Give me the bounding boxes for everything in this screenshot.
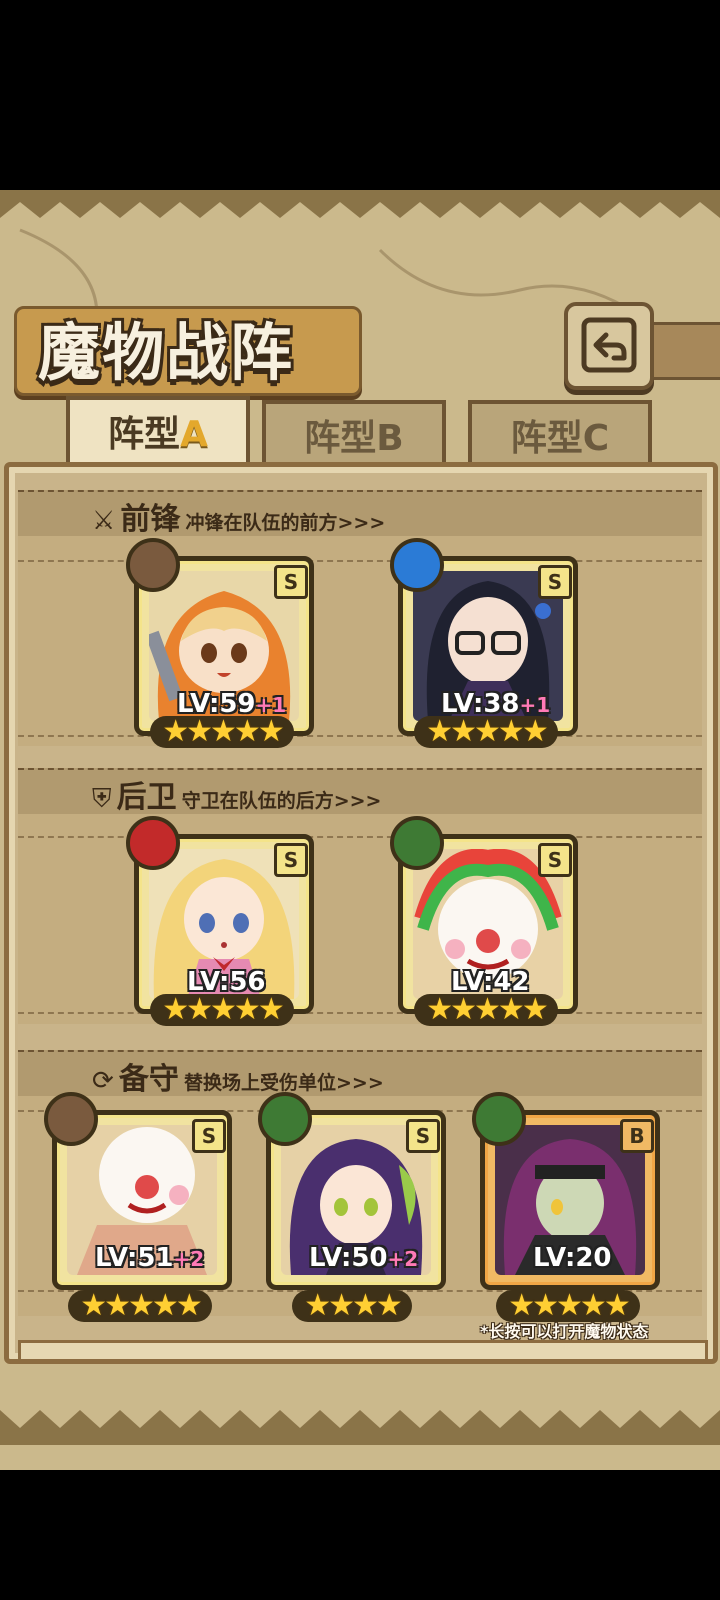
grade-badge: S	[538, 843, 572, 877]
tab-label: 阵型	[108, 414, 181, 455]
star-rating: ★★★★★	[68, 1290, 212, 1322]
level-label: LV:20	[533, 1243, 612, 1273]
grade-badge: B	[620, 1119, 654, 1153]
element-fire-icon	[126, 816, 180, 870]
section-title: 后卫	[116, 780, 177, 815]
tab-formation-a[interactable]: 阵型A	[66, 396, 250, 470]
tab-letter: A	[180, 414, 208, 455]
row-band	[18, 536, 702, 746]
grade-badge: S	[274, 843, 308, 877]
divider	[18, 1012, 702, 1014]
level-value: LV:20	[533, 1243, 612, 1273]
stars: ★★★★★	[426, 992, 548, 1027]
level-bonus: +2	[387, 1247, 419, 1271]
stars: ★★★★	[304, 1288, 403, 1323]
torn-edge-bottom	[0, 1410, 720, 1445]
back-button[interactable]	[564, 302, 654, 390]
long-press-hint: *长按可以打开魔物状态	[480, 1322, 649, 1341]
section-rearguard-header: ⛨ 后卫 守卫在队伍的后方>>>	[92, 772, 381, 816]
shield-icon: ⛨	[92, 784, 112, 814]
element-wood-icon	[258, 1092, 312, 1146]
swap-icon: ⟳	[92, 1066, 114, 1096]
section-description: 守卫在队伍的后方>>>	[181, 790, 382, 812]
star-rating: ★★★★	[292, 1290, 412, 1322]
element-wood-icon	[390, 816, 444, 870]
stars: ★★★★★	[162, 714, 284, 749]
grade-badge: S	[538, 565, 572, 599]
element-earth-icon	[126, 538, 180, 592]
grade-badge: S	[406, 1119, 440, 1153]
level-label: LV:50+2	[309, 1243, 418, 1273]
element-water-icon	[390, 538, 444, 592]
element-wood-icon	[472, 1092, 526, 1146]
section-description: 替换场上受伤单位>>>	[183, 1072, 384, 1094]
return-arrow-icon	[581, 317, 637, 373]
sword-icon: ⚔	[92, 506, 116, 536]
star-rating: ★★★★★	[414, 994, 558, 1026]
stars: ★★★★★	[80, 1288, 202, 1323]
star-rating: ★★★★★	[150, 716, 294, 748]
element-earth-icon	[44, 1092, 98, 1146]
level-value: LV:51	[95, 1243, 174, 1273]
stars: ★★★★★	[162, 992, 284, 1027]
divider	[18, 560, 702, 562]
header-strip	[646, 322, 720, 380]
tab-formation-b[interactable]: 阵型B	[262, 400, 446, 470]
section-title: 备守	[118, 1062, 179, 1097]
section-title: 前锋	[120, 502, 181, 537]
section-description: 冲锋在队伍的前方>>>	[185, 512, 386, 534]
grade-badge: S	[192, 1119, 226, 1153]
divider	[18, 836, 702, 838]
star-rating: ★★★★★	[414, 716, 558, 748]
section-vanguard-header: ⚔ 前锋 冲锋在队伍的前方>>>	[92, 494, 385, 538]
tab-label: 阵型	[510, 418, 583, 459]
stars: ★★★★★	[426, 714, 548, 749]
page-title: 魔物战阵	[38, 316, 295, 389]
row-band	[18, 814, 702, 1024]
tab-formation-c[interactable]: 阵型C	[468, 400, 652, 470]
divider	[18, 735, 702, 737]
section-reserve-header: ⟳ 备守 替换场上受伤单位>>>	[92, 1054, 384, 1098]
grade-badge: S	[274, 565, 308, 599]
torn-edge-top	[0, 190, 720, 218]
board-bottom-rail	[18, 1340, 708, 1362]
tab-letter: C	[582, 418, 610, 459]
tab-letter: B	[376, 418, 404, 459]
level-label: LV:51+2	[95, 1243, 204, 1273]
level-value: LV:50	[309, 1243, 388, 1273]
level-bonus: +2	[173, 1247, 205, 1271]
tab-label: 阵型	[304, 418, 377, 459]
star-rating: ★★★★★	[150, 994, 294, 1026]
